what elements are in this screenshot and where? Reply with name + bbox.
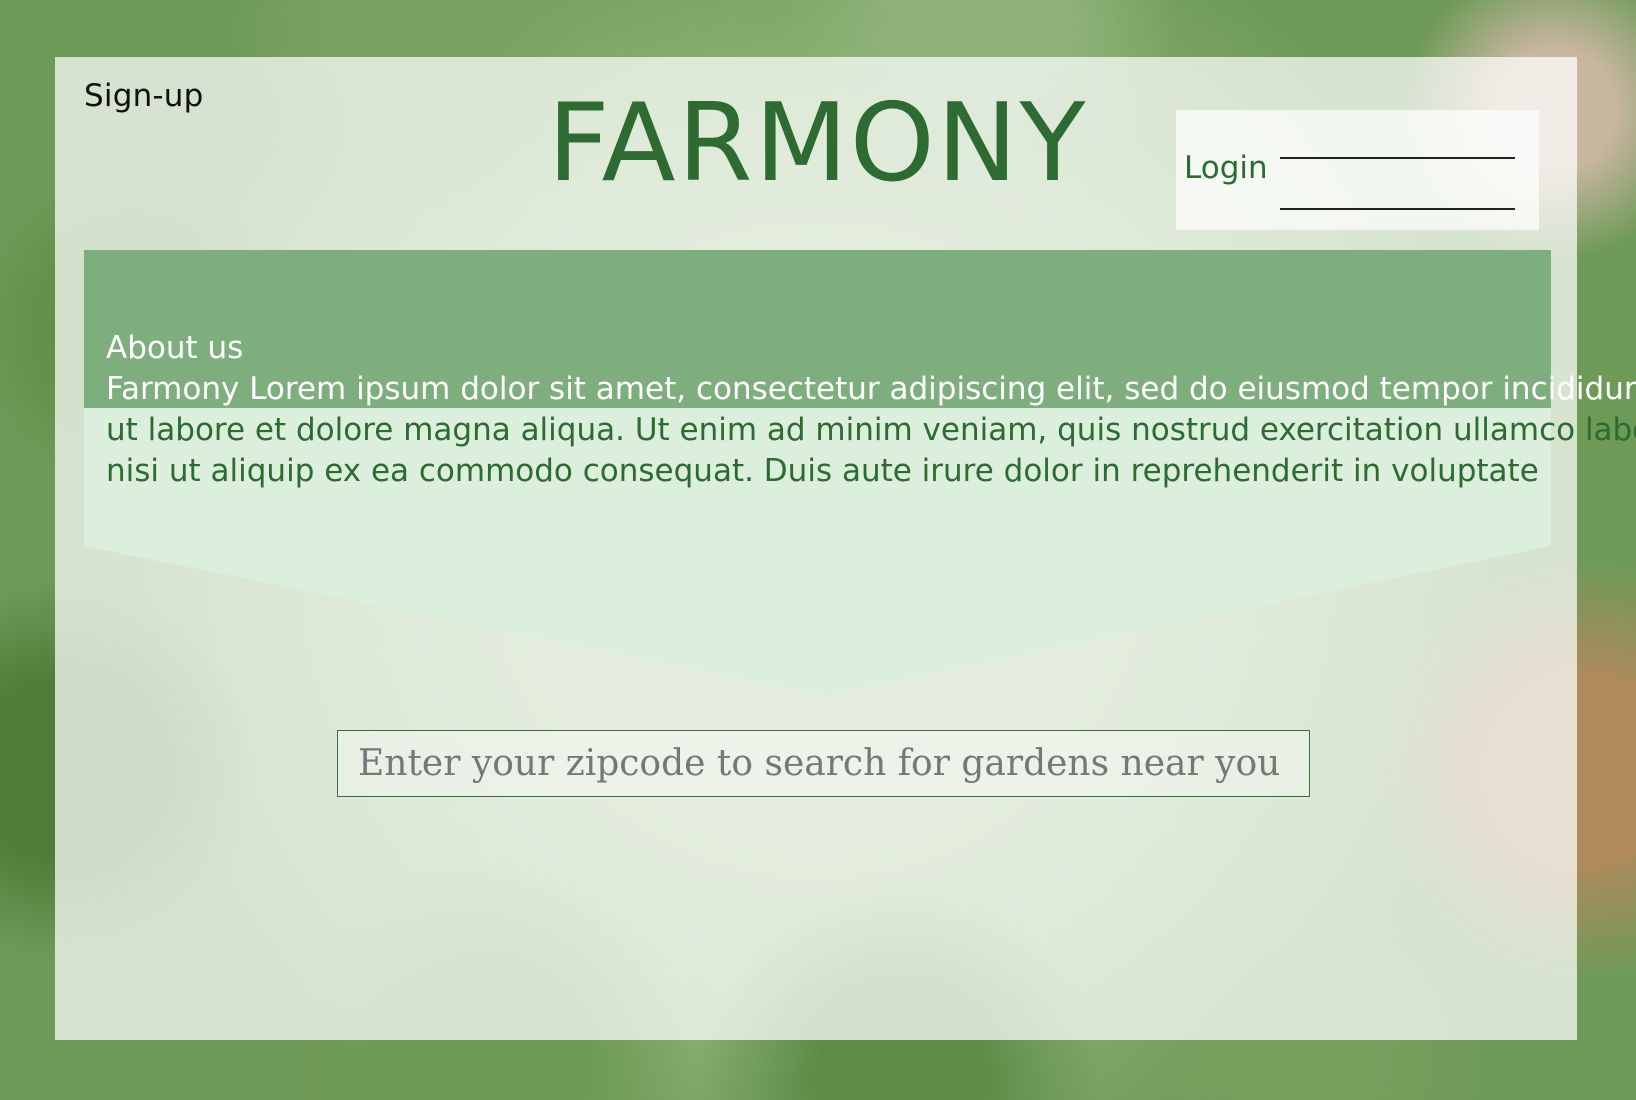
login-username-field[interactable]: [1280, 157, 1515, 159]
about-text-line: Farmony Lorem ipsum dolor sit amet, cons…: [106, 371, 1636, 407]
about-text-line: nisi ut aliquip ex ea commodo consequat.…: [106, 453, 1539, 489]
about-section: About us Farmony Lorem ipsum dolor sit a…: [106, 328, 1636, 492]
zipcode-search-input[interactable]: [337, 730, 1310, 797]
login-password-field[interactable]: [1280, 208, 1515, 210]
brand-title: FARMONY: [547, 81, 1088, 206]
signup-link[interactable]: Sign-up: [84, 78, 204, 114]
login-button[interactable]: Login: [1184, 150, 1268, 186]
about-title: About us: [106, 330, 244, 366]
about-text-line: ut labore et dolore magna aliqua. Ut eni…: [106, 412, 1636, 448]
